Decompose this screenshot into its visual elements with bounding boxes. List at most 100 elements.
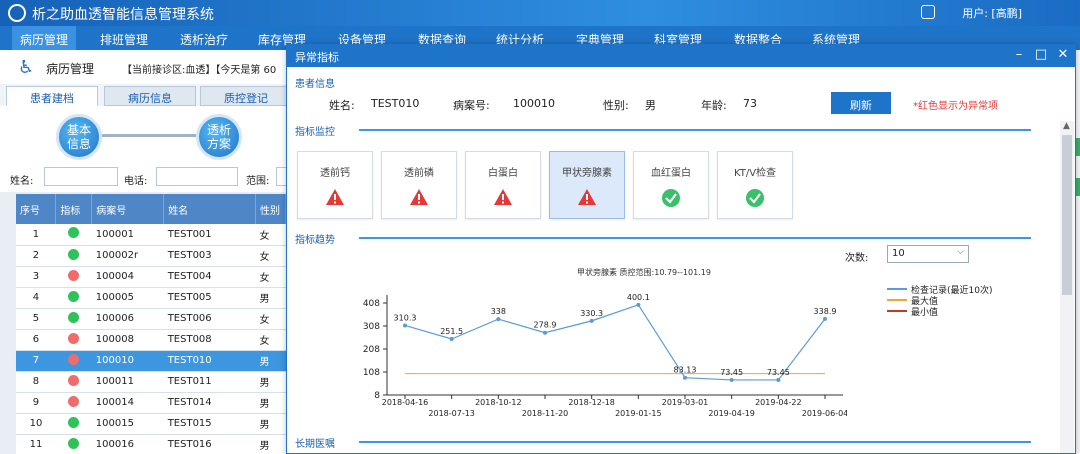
row-no: 4	[16, 287, 56, 309]
count-label: 次数:	[845, 253, 869, 264]
status-red-dot-icon	[68, 353, 80, 365]
status-green-dot-icon	[68, 290, 80, 302]
scroll-up-icon[interactable]: ▲	[1063, 121, 1070, 131]
trend-heading: 指标趋势	[295, 235, 335, 246]
warning-icon	[550, 188, 624, 208]
maximize-icon[interactable]: □	[1033, 47, 1049, 62]
data-point	[543, 330, 547, 335]
data-point	[403, 323, 407, 328]
table-row[interactable]: 1 100001 TEST001 女	[16, 224, 286, 246]
close-icon[interactable]: ✕	[1055, 47, 1071, 62]
warning-icon	[298, 188, 372, 208]
dialog-scrollbar[interactable]: ▲	[1060, 121, 1074, 453]
menu-item-dialysis[interactable]: 透析治疗	[180, 31, 228, 48]
table-row[interactable]: 6 100008 TEST008 女	[16, 329, 286, 351]
name-label: 姓名:	[329, 99, 355, 112]
data-point	[729, 377, 734, 382]
col-no-header[interactable]: 序号	[16, 194, 57, 224]
tab-patient-file[interactable]: 患者建档	[6, 86, 98, 106]
filter-bar: 姓名: 电话: 范围:	[0, 164, 290, 192]
monitor-divider	[359, 129, 1031, 131]
data-point	[589, 318, 594, 323]
count-select[interactable]: 10 ⌵	[887, 245, 969, 263]
table-row[interactable]: 2 100002r TEST003 女	[16, 245, 286, 267]
module-title: 病历管理	[46, 62, 95, 76]
phone-filter-input[interactable]	[156, 167, 238, 186]
indicator-card[interactable]: 白蛋白	[465, 151, 541, 219]
abnormal-note: *红色显示为异常项	[913, 101, 998, 112]
table-row[interactable]: 9 100014 TEST014 男	[16, 392, 286, 414]
table-row[interactable]: 5 100006 TEST006 女	[16, 308, 286, 330]
row-status	[55, 392, 92, 414]
trend-chart: 408 308 208 108 82018-04-16 2018-07-132018-10…	[363, 293, 847, 418]
indicator-label: 透前钙	[320, 168, 350, 179]
col-name-header[interactable]: 姓名	[163, 194, 257, 224]
data-label: 83.13	[674, 366, 697, 375]
col-case-header[interactable]: 病案号	[91, 194, 165, 224]
row-name: TEST001	[163, 224, 256, 246]
workflow-steps: 基本 信息 透析 方案	[0, 106, 290, 164]
step-dialysis-plan[interactable]: 透析 方案	[196, 114, 242, 160]
table-row[interactable]: 11 100016 TEST016 男	[16, 434, 286, 454]
menu-item-records[interactable]: 病历管理	[12, 26, 77, 50]
age-value: 73	[743, 97, 757, 110]
minimize-icon[interactable]: –	[1011, 47, 1027, 62]
col-sex-header[interactable]: 性别	[255, 194, 286, 224]
row-status	[55, 308, 92, 330]
indicator-card[interactable]: 透前磷	[381, 151, 457, 219]
dialog-title: 异常指标	[295, 51, 339, 64]
tab-qc-register[interactable]: 质控登记	[200, 86, 292, 106]
patient-table: 序号 指标 病案号 姓名 性别 1 100001 TEST001 女 2 100002r T…	[16, 194, 286, 454]
row-status	[55, 350, 92, 372]
row-name: TEST003	[163, 245, 256, 267]
table-row[interactable]: 4 100005 TEST005 男	[16, 287, 286, 309]
y-tick-label: 8	[374, 391, 380, 401]
row-case-no: 100002r	[91, 245, 164, 267]
row-sex: 男	[255, 392, 286, 414]
refresh-button[interactable]: 刷新	[831, 92, 891, 114]
x-tick-label: 2018-10-12	[475, 398, 522, 407]
row-sex: 女	[255, 224, 286, 246]
scrollbar-thumb[interactable]	[1062, 135, 1072, 295]
row-case-no: 100011	[91, 371, 164, 393]
row-no: 8	[16, 371, 56, 393]
table-row[interactable]: 8 100011 TEST011 男	[16, 371, 286, 393]
table-row[interactable]: 3 100004 TEST004 女	[16, 266, 286, 288]
monitor-heading: 指标监控	[295, 127, 335, 138]
case-no-label: 病案号:	[453, 99, 490, 112]
step-basic-info[interactable]: 基本 信息	[56, 114, 102, 160]
data-point	[823, 316, 827, 321]
row-no: 2	[16, 245, 56, 267]
name-filter-input[interactable]	[44, 167, 118, 186]
x-tick-label: 2019-03-01	[662, 398, 709, 407]
data-label: 330.3	[580, 309, 603, 318]
status-green-dot-icon	[68, 248, 80, 260]
data-point	[496, 317, 501, 322]
row-sex: 男	[255, 287, 286, 309]
title-bar: 析之助血透智能信息管理系统 用户: [高鹏]	[0, 0, 1080, 26]
row-status	[55, 245, 92, 267]
row-status	[55, 413, 92, 435]
y-tick-label: 108	[363, 368, 380, 378]
row-case-no: 100006	[91, 308, 164, 330]
col-indicator-header[interactable]: 指标	[55, 194, 93, 224]
user-label[interactable]: 用户: [高鹏]	[962, 5, 1022, 21]
warning-icon	[466, 188, 540, 208]
data-label: 310.3	[394, 313, 417, 322]
menu-item-schedule[interactable]: 排班管理	[100, 31, 148, 48]
table-row[interactable]: 7 100010 TEST010 男	[16, 350, 286, 372]
indicator-card[interactable]: 甲状旁腺素	[549, 151, 625, 219]
row-status	[55, 287, 92, 309]
indicator-card[interactable]: 血红蛋白	[633, 151, 709, 219]
indicator-label: 白蛋白	[488, 168, 518, 179]
legend-label: 最小值	[911, 308, 939, 318]
orders-divider	[359, 441, 1031, 443]
indicator-card[interactable]: KT/V检查	[717, 151, 793, 219]
table-row[interactable]: 10 100015 TEST015 男	[16, 413, 286, 435]
row-name: TEST015	[163, 413, 256, 435]
series-line	[404, 304, 826, 381]
module-header: ♿ 病历管理 【当前接诊区:血透】【今天是第 60	[0, 50, 290, 84]
indicator-card[interactable]: 透前钙	[297, 151, 373, 219]
tab-record-info[interactable]: 病历信息	[104, 86, 196, 106]
row-no: 6	[16, 329, 56, 351]
